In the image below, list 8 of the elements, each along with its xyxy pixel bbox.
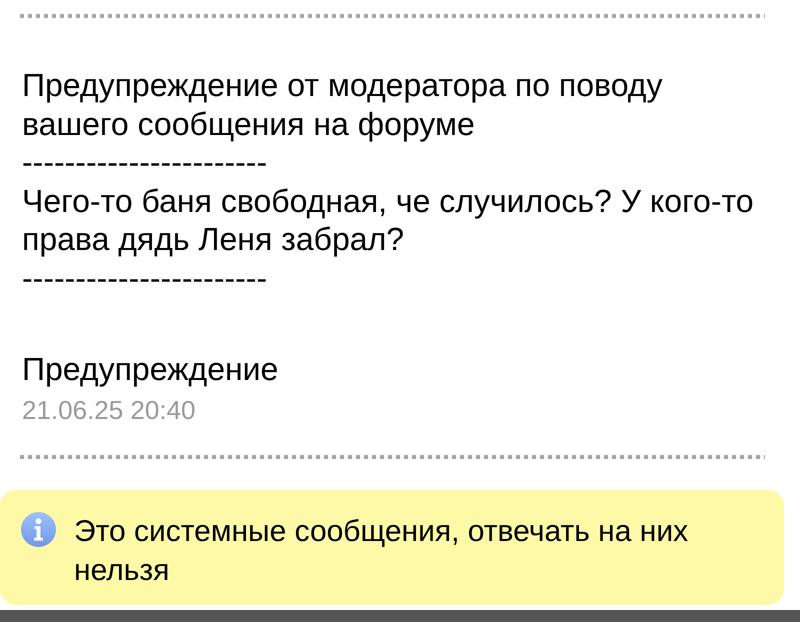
info-icon [21, 512, 56, 547]
notice-text: Это системные сообщения, отвечать на них нельзя [74, 514, 690, 589]
message-date: 21.06.25 20:40 [22, 396, 196, 424]
message-text: Предупреждение от модератора по поводу вашего сообщения на форуме [22, 66, 664, 143]
message-text: Чего-то баня свободная, че случилось? У кого-то права дядь Леня забрал? [22, 182, 755, 258]
dash-line: ----------------------- [22, 143, 268, 182]
dash-line: ----------------------- [22, 258, 268, 297]
sender-name: Предупреждение [22, 351, 278, 387]
